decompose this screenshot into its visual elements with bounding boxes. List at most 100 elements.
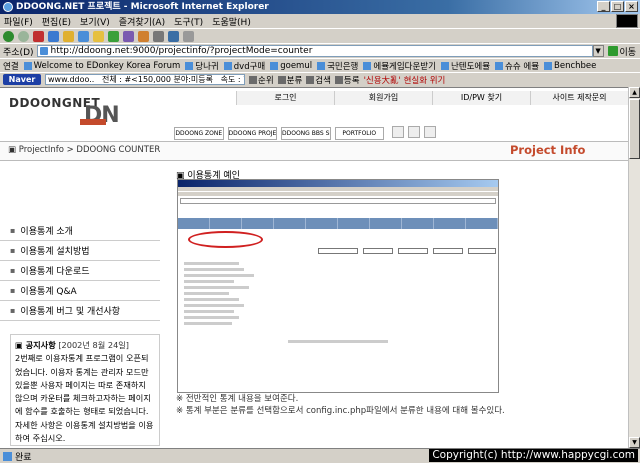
notice-date: [2002년 8월 24일] xyxy=(58,340,129,350)
page-icon xyxy=(185,61,194,70)
page-icon xyxy=(363,61,372,70)
window-titlebar: DDOONG.NET 프로젝트 - Microsoft Internet Exp… xyxy=(0,0,640,14)
links-bar: 연결 Welcome to EDonkey Korea Forum 당나귀 dv… xyxy=(0,58,640,72)
site-inquiry-link[interactable]: 사이트 제작문의 xyxy=(530,91,628,105)
menu-favorites[interactable]: 즐겨찾기(A) xyxy=(119,15,165,28)
main-menu: DDOONG ZONE DDOONG PROJECT DDOONG BBS SK… xyxy=(174,127,384,140)
close-button[interactable]: × xyxy=(625,1,638,12)
left-menu-download[interactable]: 이용통계 다운로드 xyxy=(0,261,160,281)
page-done-icon xyxy=(3,451,12,461)
search-icon xyxy=(306,75,315,84)
search-button[interactable]: 검색 xyxy=(306,74,331,86)
page-icon xyxy=(495,61,504,70)
left-menu-bugs[interactable]: 이용통계 버그 및 개선사항 xyxy=(0,301,160,321)
screenshot-nav xyxy=(178,218,498,229)
refresh-icon[interactable] xyxy=(48,30,59,42)
maximize-button[interactable]: □ xyxy=(611,1,624,12)
address-input[interactable]: http://ddoong.net:9000/projectinfo/?proj… xyxy=(36,45,593,57)
rank-icon xyxy=(249,75,257,84)
scroll-thumb[interactable] xyxy=(629,99,640,159)
menu-help[interactable]: 도움말(H) xyxy=(212,15,251,28)
scroll-up-icon[interactable]: ▲ xyxy=(629,87,640,98)
window-title: DDOONG.NET 프로젝트 - Microsoft Internet Exp… xyxy=(16,2,269,12)
description-line-2: ※ 통계 부분은 분류를 선택함으로서 config.inc.php파일에서 분… xyxy=(176,406,505,416)
address-dropdown-icon[interactable]: ▼ xyxy=(592,45,604,57)
menu-ddoong-zone[interactable]: DDOONG ZONE xyxy=(174,127,224,140)
join-link[interactable]: 회원가입 xyxy=(334,91,432,105)
register-icon xyxy=(334,75,343,84)
address-bar: 주소(D) http://ddoong.net:9000/projectinfo… xyxy=(0,43,640,58)
login-link[interactable]: 로그인 xyxy=(236,91,334,105)
breadcrumb: ▣ ProjectInfo > DDOONG COUNTER xyxy=(8,145,161,155)
edit-icon[interactable] xyxy=(168,30,179,42)
link-item[interactable]: 슈슈 에뮬 xyxy=(495,60,539,72)
menu-ddoong-bbs-skin[interactable]: DDOONG BBS SKIN xyxy=(281,127,331,140)
page-icon xyxy=(544,61,553,70)
category-button[interactable]: 분류 xyxy=(277,74,302,86)
menu-portfolio[interactable]: PORTFOLIO xyxy=(334,127,384,140)
home-icon[interactable] xyxy=(63,30,74,42)
go-button[interactable]: 이동 xyxy=(607,45,637,58)
ie-icon xyxy=(3,2,13,12)
naver-toolbar: Naver www.ddoo.. 전체 : #<150,000 분야:미등록 속… xyxy=(0,72,640,86)
link-item[interactable]: 난텐도에뮬 xyxy=(440,60,490,72)
page-icon xyxy=(223,61,232,70)
windows-logo-icon xyxy=(616,14,638,28)
toolbar xyxy=(0,28,640,43)
search-icon[interactable] xyxy=(78,30,89,42)
menu-tools[interactable]: 도구(T) xyxy=(174,15,203,28)
sitemap-icon[interactable] xyxy=(424,126,436,138)
print-icon[interactable] xyxy=(153,30,164,42)
register-button[interactable]: 등록 xyxy=(334,74,360,86)
discuss-icon[interactable] xyxy=(183,30,194,42)
vertical-scrollbar[interactable]: ▲ ▼ xyxy=(628,87,640,448)
mail-icon[interactable] xyxy=(408,126,420,138)
description: ※ 전반적인 통계 내용을 보여준다. ※ 통계 부분은 분류를 선택함으로서 … xyxy=(176,393,616,417)
forward-icon[interactable] xyxy=(18,30,29,42)
highlight-circle xyxy=(188,231,263,248)
news-ticker[interactable]: '신용大亂' 현실화 위기 xyxy=(364,74,446,86)
left-menu-qna[interactable]: 이용통계 Q&A xyxy=(0,281,160,301)
scroll-down-icon[interactable]: ▼ xyxy=(629,437,640,448)
left-menu-intro[interactable]: 이용통계 소개 xyxy=(0,221,160,241)
page-viewport: DDOONGNET DN 로그인 회원가입 ID/PW 찾기 사이트 제작문의 … xyxy=(0,87,628,448)
links-label: 연결 xyxy=(3,61,19,72)
menu-file[interactable]: 파일(F) xyxy=(4,15,33,28)
description-line-1: ※ 전반적인 통계 내용을 보여준다. xyxy=(176,394,299,404)
category-icon xyxy=(277,75,286,84)
address-label: 주소(D) xyxy=(3,47,34,58)
history-icon[interactable] xyxy=(123,30,134,42)
favorites-icon[interactable] xyxy=(93,30,104,42)
link-item[interactable]: 당나귀 xyxy=(185,60,219,72)
link-item[interactable]: 국민은행 xyxy=(317,60,358,72)
menu-edit[interactable]: 편집(E) xyxy=(42,15,71,28)
link-item[interactable]: dvd구매 xyxy=(223,60,265,72)
link-item[interactable]: Benchbee xyxy=(544,61,596,71)
link-item[interactable]: goemul xyxy=(270,61,312,71)
stop-icon[interactable] xyxy=(33,30,44,42)
link-item[interactable]: 에뮬게임다운받기 xyxy=(363,60,436,72)
page-icon xyxy=(270,61,279,70)
home-icon[interactable] xyxy=(392,126,404,138)
rank-button[interactable]: 순위 xyxy=(249,74,274,86)
page-icon xyxy=(440,61,449,70)
page-icon xyxy=(317,61,326,70)
page-icon xyxy=(23,61,32,70)
menu-view[interactable]: 보기(V) xyxy=(80,15,110,28)
mail-icon[interactable] xyxy=(138,30,149,42)
link-item[interactable]: Welcome to EDonkey Korea Forum xyxy=(23,61,180,71)
naver-search-input[interactable]: www.ddoo.. 전체 : #<150,000 분야:미등록 속도 : 7초 xyxy=(45,74,245,85)
status-text: 완료 xyxy=(15,452,32,463)
media-icon[interactable] xyxy=(108,30,119,42)
menubar: 파일(F) 편집(E) 보기(V) 즐겨찾기(A) 도구(T) 도움말(H) xyxy=(0,14,640,28)
back-icon[interactable] xyxy=(3,30,14,42)
find-idpw-link[interactable]: ID/PW 찾기 xyxy=(432,91,530,105)
top-links: 로그인 회원가입 ID/PW 찾기 사이트 제작문의 xyxy=(236,91,628,105)
left-menu-install[interactable]: 이용통계 설치방법 xyxy=(0,241,160,261)
menu-ddoong-project[interactable]: DDOONG PROJECT xyxy=(227,127,277,140)
watermark: Copyright(c) http://www.happycgi.com xyxy=(429,449,638,462)
naver-logo[interactable]: Naver xyxy=(3,74,41,85)
minimize-button[interactable]: _ xyxy=(597,1,610,12)
left-menu: 이용통계 소개 이용통계 설치방법 이용통계 다운로드 이용통계 Q&A 이용통… xyxy=(0,221,160,321)
go-label: 이동 xyxy=(619,47,637,58)
